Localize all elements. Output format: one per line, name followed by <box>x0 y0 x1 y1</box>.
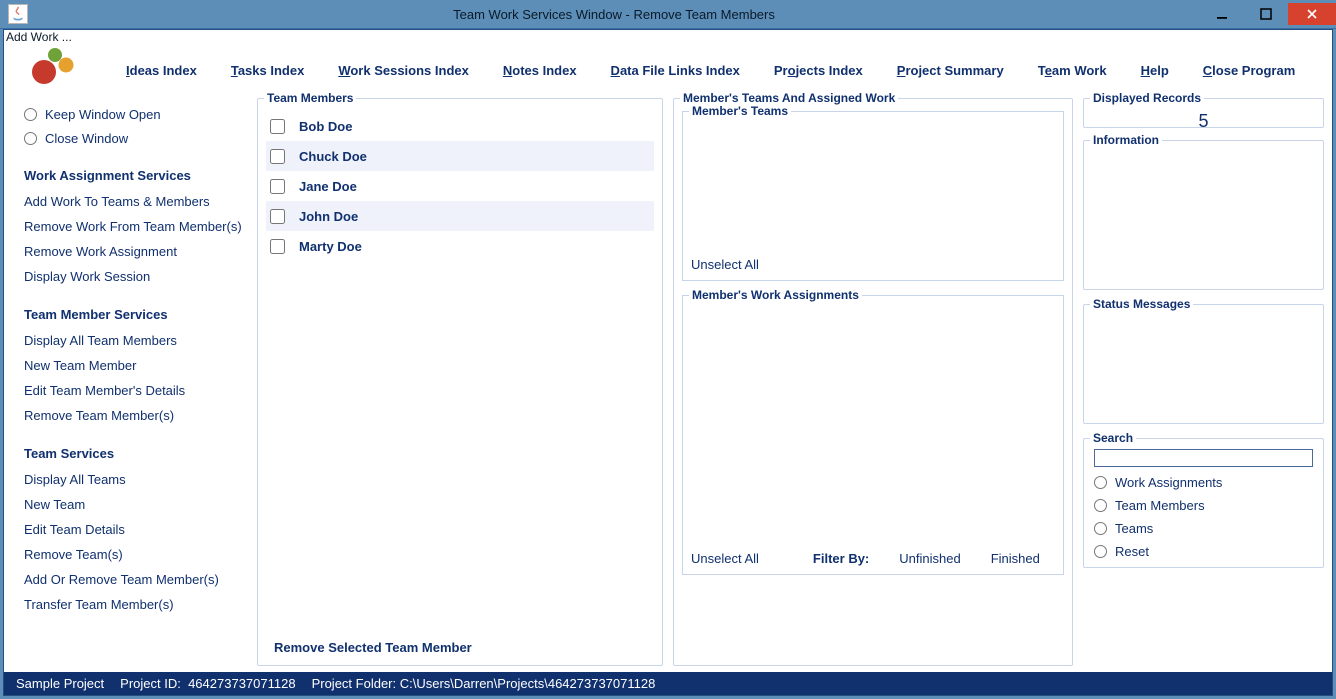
right-column: Displayed Records 5 Information Status M… <box>1083 98 1324 666</box>
member-teams-legend: Member's Teams <box>689 104 791 118</box>
member-row[interactable]: Chuck Doe <box>266 141 654 171</box>
search-opt-team-members-radio[interactable] <box>1094 499 1107 512</box>
filter-unfinished-link[interactable]: Unfinished <box>899 551 960 566</box>
link-remove-work-from-members[interactable]: Remove Work From Team Member(s) <box>24 214 247 239</box>
member-teams-work-legend: Member's Teams And Assigned Work <box>680 91 898 105</box>
link-remove-team-members[interactable]: Remove Team Member(s) <box>24 403 247 428</box>
app-logo-icon <box>12 47 86 93</box>
member-work-list <box>691 304 1055 551</box>
menubar: Ideas Index Tasks Index Work Sessions In… <box>4 44 1332 96</box>
displayed-records-panel: Displayed Records 5 <box>1083 98 1324 128</box>
member-row[interactable]: Jane Doe <box>266 171 654 201</box>
team-members-legend: Team Members <box>264 91 356 105</box>
member-teams-work-panel: Member's Teams And Assigned Work Member'… <box>673 98 1073 666</box>
heading-work-assignment-services: Work Assignment Services <box>24 168 247 183</box>
body-columns: Keep Window Open Close Window Work Assig… <box>4 96 1332 672</box>
member-checkbox[interactable] <box>270 119 285 134</box>
teams-unselect-all-link[interactable]: Unselect All <box>691 257 759 272</box>
menu-project-summary[interactable]: Project Summary <box>897 63 1004 78</box>
search-opt-work-assignments[interactable]: Work Assignments <box>1094 475 1313 490</box>
keep-window-open-radio[interactable]: Keep Window Open <box>24 102 247 126</box>
work-unselect-all-link[interactable]: Unselect All <box>691 551 759 566</box>
search-opt-work-assignments-radio[interactable] <box>1094 476 1107 489</box>
member-name: Chuck Doe <box>299 149 367 164</box>
member-checkbox[interactable] <box>270 179 285 194</box>
displayed-records-legend: Displayed Records <box>1090 91 1204 105</box>
close-window-radio-input[interactable] <box>24 132 37 145</box>
member-work-legend: Member's Work Assignments <box>689 288 862 302</box>
menu-tasks-index[interactable]: Tasks Index <box>231 63 304 78</box>
close-button[interactable] <box>1288 3 1336 25</box>
link-edit-team-member-details[interactable]: Edit Team Member's Details <box>24 378 247 403</box>
search-opt-teams-radio[interactable] <box>1094 522 1107 535</box>
menu-team-work[interactable]: Team Work <box>1038 63 1107 78</box>
minimize-button[interactable] <box>1200 3 1244 25</box>
link-add-work-to-teams[interactable]: Add Work To Teams & Members <box>24 189 247 214</box>
member-teams-list <box>691 120 1055 257</box>
search-opt-reset-radio[interactable] <box>1094 545 1107 558</box>
member-work-subpanel: Member's Work Assignments Unselect All F… <box>682 295 1064 575</box>
member-name: John Doe <box>299 209 358 224</box>
member-row[interactable]: Bob Doe <box>266 111 654 141</box>
link-transfer-team-members[interactable]: Transfer Team Member(s) <box>24 592 247 617</box>
status-messages-panel: Status Messages <box>1083 304 1324 424</box>
member-checkbox[interactable] <box>270 209 285 224</box>
link-remove-teams[interactable]: Remove Team(s) <box>24 542 247 567</box>
information-legend: Information <box>1090 133 1162 147</box>
remove-selected-member-link[interactable]: Remove Selected Team Member <box>266 632 654 657</box>
titlebar: Team Work Services Window - Remove Team … <box>0 0 1336 29</box>
link-display-work-session[interactable]: Display Work Session <box>24 264 247 289</box>
member-name: Marty Doe <box>299 239 362 254</box>
search-opt-teams[interactable]: Teams <box>1094 521 1313 536</box>
displayed-records-value: 5 <box>1092 111 1315 132</box>
team-members-panel: Team Members Bob Doe Chuck Doe Jane Doe … <box>257 98 663 666</box>
menu-notes-index[interactable]: Notes Index <box>503 63 577 78</box>
add-work-strip: Add Work ... <box>4 30 1332 44</box>
status-project-id: Project ID: 464273737071128 <box>120 676 295 691</box>
information-panel: Information <box>1083 140 1324 290</box>
keep-window-open-radio-input[interactable] <box>24 108 37 121</box>
link-new-team-member[interactable]: New Team Member <box>24 353 247 378</box>
menu-work-sessions-index[interactable]: Work Sessions Index <box>338 63 469 78</box>
link-new-team[interactable]: New Team <box>24 492 247 517</box>
member-row[interactable]: John Doe <box>266 201 654 231</box>
window-title: Team Work Services Window - Remove Team … <box>28 7 1200 22</box>
member-checkbox[interactable] <box>270 239 285 254</box>
link-edit-team-details[interactable]: Edit Team Details <box>24 517 247 542</box>
menu-links: Ideas Index Tasks Index Work Sessions In… <box>126 63 1295 78</box>
filter-finished-link[interactable]: Finished <box>991 551 1040 566</box>
close-window-radio[interactable]: Close Window <box>24 126 247 150</box>
app-frame: Add Work ... Ideas Index Tasks Index Wor… <box>3 29 1333 696</box>
menu-close-program[interactable]: Close Program <box>1203 63 1295 78</box>
link-display-all-teams[interactable]: Display All Teams <box>24 467 247 492</box>
member-name: Bob Doe <box>299 119 352 134</box>
heading-team-member-services: Team Member Services <box>24 307 247 322</box>
menu-data-file-links-index[interactable]: Data File Links Index <box>611 63 740 78</box>
status-project-name: Sample Project <box>16 676 104 691</box>
link-add-remove-team-members[interactable]: Add Or Remove Team Member(s) <box>24 567 247 592</box>
menu-ideas-index[interactable]: Ideas Index <box>126 63 197 78</box>
search-panel: Search Work Assignments Team Members Tea… <box>1083 438 1324 568</box>
menu-help[interactable]: Help <box>1141 63 1169 78</box>
status-messages-legend: Status Messages <box>1090 297 1193 311</box>
heading-team-services: Team Services <box>24 446 247 461</box>
search-opt-team-members[interactable]: Team Members <box>1094 498 1313 513</box>
search-legend: Search <box>1090 431 1136 445</box>
java-app-icon <box>8 4 28 24</box>
link-display-all-team-members[interactable]: Display All Team Members <box>24 328 247 353</box>
filter-by-label: Filter By: <box>813 551 869 566</box>
window-controls <box>1200 3 1336 25</box>
member-name: Jane Doe <box>299 179 357 194</box>
sidebar: Keep Window Open Close Window Work Assig… <box>12 98 247 666</box>
statusbar: Sample Project Project ID: 4642737370711… <box>4 672 1332 695</box>
link-remove-work-assignment[interactable]: Remove Work Assignment <box>24 239 247 264</box>
member-row[interactable]: Marty Doe <box>266 231 654 261</box>
status-project-folder: Project Folder: C:\Users\Darren\Projects… <box>312 676 656 691</box>
menu-projects-index[interactable]: Projects Index <box>774 63 863 78</box>
maximize-button[interactable] <box>1244 3 1288 25</box>
member-checkbox[interactable] <box>270 149 285 164</box>
search-input[interactable] <box>1094 449 1313 467</box>
member-teams-subpanel: Member's Teams Unselect All <box>682 111 1064 281</box>
search-opt-reset[interactable]: Reset <box>1094 544 1313 559</box>
